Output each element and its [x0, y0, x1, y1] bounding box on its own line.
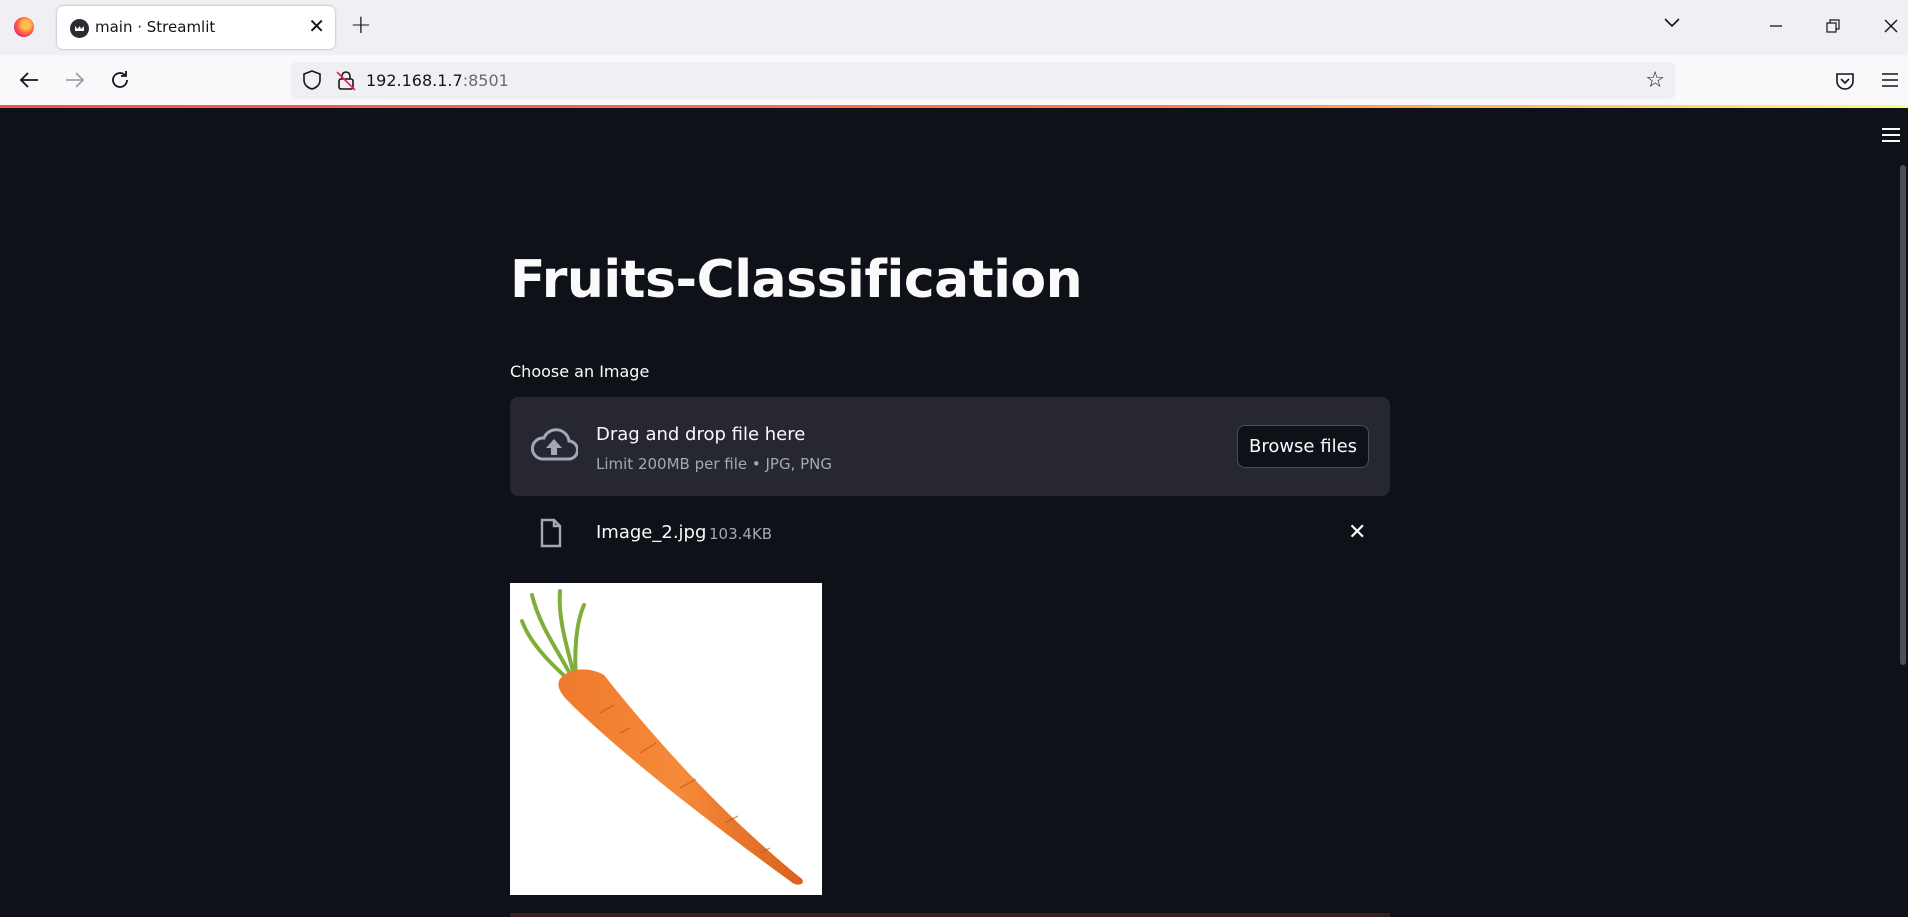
tab-title: main · Streamlit — [95, 18, 216, 36]
remove-file-close-icon[interactable]: ✕ — [1348, 520, 1366, 545]
file-icon — [540, 518, 562, 548]
cloud-upload-icon — [530, 428, 578, 461]
tab-close-icon[interactable]: ✕ — [308, 14, 325, 38]
url-port: :8501 — [462, 71, 509, 90]
tracking-protection-shield-icon[interactable] — [301, 69, 323, 91]
carrot-image — [520, 589, 803, 885]
browse-files-button[interactable]: Browse files — [1237, 425, 1369, 468]
bookmark-star-icon[interactable]: ☆ — [1645, 68, 1665, 93]
forward-icon[interactable] — [64, 71, 86, 89]
page-title: Fruits-Classification — [510, 250, 1083, 310]
new-tab-icon[interactable]: + — [350, 10, 372, 40]
browser-tab[interactable]: main · Streamlit ✕ — [57, 6, 335, 49]
next-element-edge — [510, 913, 1390, 917]
streamlit-favicon-icon — [70, 19, 89, 38]
pocket-icon[interactable] — [1834, 70, 1856, 92]
uploaded-file-size: 103.4KB — [709, 525, 773, 543]
address-bar[interactable]: 192.168.1.7:8501 ☆ — [291, 62, 1675, 99]
firefox-logo-icon[interactable] — [14, 17, 34, 37]
uploaded-image-preview — [510, 583, 822, 895]
dropzone-limit-text: Limit 200MB per file • JPG, PNG — [596, 455, 833, 473]
uploaded-file-row: Image_2.jpg 103.4KB ✕ — [510, 510, 1390, 556]
back-icon[interactable] — [18, 71, 40, 89]
insecure-lock-icon[interactable] — [335, 69, 357, 91]
restore-icon[interactable] — [1826, 19, 1840, 33]
minimize-icon[interactable] — [1769, 18, 1783, 32]
uploaded-file-name: Image_2.jpg — [596, 522, 707, 543]
url-host: 192.168.1.7 — [366, 71, 463, 90]
url-text[interactable]: 192.168.1.7:8501 — [366, 71, 509, 90]
app-menu-icon[interactable] — [1881, 72, 1899, 88]
uploader-label: Choose an Image — [510, 362, 650, 381]
file-dropzone[interactable]: Drag and drop file here Limit 200MB per … — [510, 397, 1390, 496]
close-window-icon[interactable] — [1884, 19, 1898, 33]
list-all-tabs-icon[interactable] — [1663, 17, 1681, 29]
page-scrollbar[interactable] — [1900, 165, 1906, 665]
dropzone-instructions: Drag and drop file here — [596, 424, 806, 445]
streamlit-main-menu-icon[interactable] — [1882, 128, 1900, 144]
streamlit-header-decoration — [0, 105, 1908, 108]
reload-icon[interactable] — [109, 69, 131, 91]
browser-tab-bar: main · Streamlit ✕ + — [0, 0, 1908, 55]
